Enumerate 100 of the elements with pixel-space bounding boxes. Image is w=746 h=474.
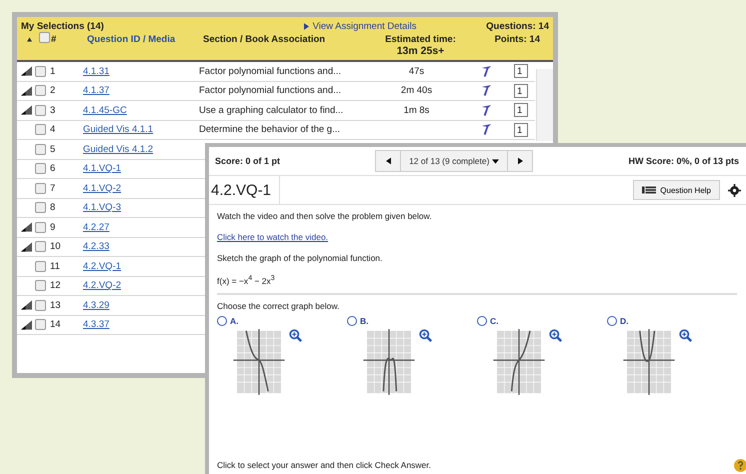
section-text: Factor polynomial functions and... [199,85,342,96]
zoom-icon[interactable] [289,328,302,342]
hw-score-text: HW Score: 0%, 0 of 13 pts [628,156,739,166]
select-all-checkbox[interactable] [39,32,50,43]
questions-count: Questions: 14 [486,20,549,32]
edit-icon[interactable] [481,104,492,117]
question-id-link[interactable]: 4.1.37 [83,85,199,96]
question-id-link[interactable]: 4.1.VQ-1 [83,163,199,174]
estimated-time: 1m 8s [404,104,430,116]
row-number: 8 [49,202,56,214]
settings-icon[interactable] [728,184,741,196]
row-number: 13 [49,300,62,311]
row-checkbox[interactable] [35,260,46,272]
right-arrow-icon [518,157,523,165]
question-id-link[interactable]: Guided Vis 4.1.2 [83,144,199,155]
estimated-time: 47s [408,66,424,77]
points-field[interactable]: 1 [514,64,528,78]
row-number: 14 [49,319,62,330]
radio-button[interactable] [607,316,617,326]
row-number: 3 [49,104,56,116]
row-checkbox[interactable] [35,163,46,174]
row-checkbox[interactable] [35,85,46,96]
answer-option[interactable]: B. [347,316,368,326]
graph-drawing [493,328,545,395]
list-icon [642,186,656,194]
question-id-link[interactable]: 4.2.27 [83,222,199,233]
question-id-link[interactable]: 4.2.VQ-1 [83,260,199,272]
scrollbar[interactable] [536,69,553,141]
answer-option[interactable]: D. [607,316,628,326]
row-checkbox[interactable] [35,222,46,233]
question-help-button[interactable]: Question Help [633,180,720,200]
section-column-header: Section / Book Association [203,34,326,45]
edit-icon[interactable] [481,84,492,98]
question-dropdown[interactable]: 12 of 13 (9 complete) [400,151,508,171]
points-total: Points: 14 [494,34,540,45]
footer-instructions: Click to select your answer and then click Check Answer. [217,460,432,470]
question-text: Sketch the graph of the polynomial function. [217,253,384,263]
row-number: 9 [49,222,56,233]
edit-icon[interactable] [481,123,492,136]
row-checkbox[interactable] [35,319,46,330]
question-id-link[interactable]: 4.3.29 [83,300,199,311]
row-checkbox[interactable] [35,182,46,194]
question-id-link[interactable]: 4.1.45-GC [83,104,199,116]
question-text: f(x) = −x$^{4}$ − 2x$^{3}$ [217,274,276,286]
row-checkbox[interactable] [35,104,46,116]
question-id-link[interactable]: 4.2.VQ-2 [83,280,199,292]
radio-button[interactable] [477,316,487,326]
row-checkbox[interactable] [35,300,46,311]
answer-option[interactable]: C. [477,316,498,326]
row-number: 7 [49,182,56,194]
time-column-header: Estimated time: [385,34,456,45]
row-number: 2 [49,85,56,96]
zoom-icon[interactable] [549,328,562,342]
points-field[interactable]: 1 [514,122,528,137]
section-text: Determine the behavior of the g... [199,124,340,136]
row-checkbox[interactable] [35,124,46,136]
prompt-text: Choose the correct graph below. [217,300,340,311]
row-number: 6 [49,163,56,174]
help-icon[interactable] [734,458,746,472]
row-checkbox[interactable] [35,144,46,155]
section-text: Factor polynomial functions and... [199,66,342,77]
question-id-link[interactable]: 4.3.37 [83,319,199,330]
video-link[interactable]: Click here to watch the video. [217,232,328,242]
caret-icon [492,158,500,164]
row-number: 11 [49,260,61,272]
graph-drawing [623,328,675,395]
radio-button[interactable] [217,316,227,326]
row-number: 10 [49,241,62,252]
section-text: Use a graphing calculator to find... [199,104,344,116]
zoom-icon[interactable] [679,328,692,342]
question-id-link[interactable]: 4.1.VQ-2 [83,182,199,194]
total-time: 13m 25s+ [396,45,444,57]
question-id-link[interactable]: 4.2.33 [83,241,199,252]
id-column-header[interactable]: Question ID / Media [87,34,203,45]
number-column-header: # [51,34,58,45]
selections-title: My Selections (14) [21,20,104,32]
estimated-time: 2m 40s [400,85,432,96]
row-checkbox[interactable] [35,280,46,292]
points-field[interactable]: 1 [514,103,528,118]
edit-icon[interactable] [481,64,492,78]
row-number: 5 [49,144,56,155]
radio-button[interactable] [347,316,357,326]
question-text: Watch the video and then solve the problem given below. [217,211,433,221]
row-number: 1 [49,66,56,77]
question-title: 4.2.VQ-1 [209,176,280,204]
question-id-link[interactable]: 4.1.VQ-3 [83,202,199,214]
sort-arrow-icon[interactable] [27,37,32,42]
answer-option[interactable]: A. [217,316,238,326]
question-id-link[interactable]: 4.1.31 [83,66,199,77]
row-checkbox[interactable] [35,202,46,214]
view-details-link[interactable]: View Assignment Details [312,20,416,32]
zoom-icon[interactable] [419,328,432,342]
row-number: 12 [49,280,62,292]
row-checkbox[interactable] [35,66,46,77]
row-checkbox[interactable] [35,241,46,252]
question-id-link[interactable]: Guided Vis 4.1.1 [83,124,199,136]
points-field[interactable]: 1 [514,84,528,98]
graph-drawing [363,328,415,395]
row-number: 4 [49,124,56,136]
graph-drawing [233,328,285,395]
